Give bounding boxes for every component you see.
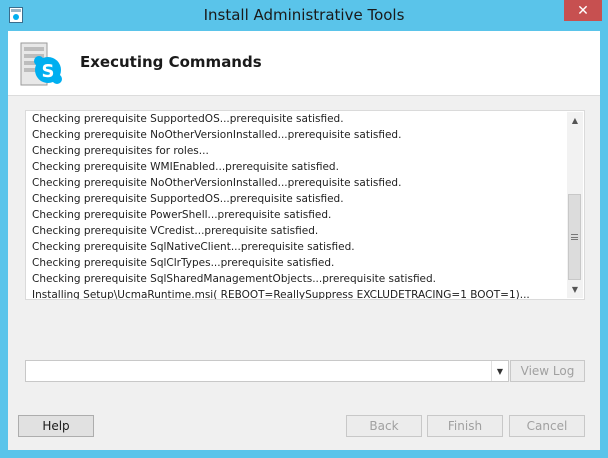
log-lines: Checking prerequisite SupportedOS...prer… <box>32 111 566 300</box>
scroll-down-arrow-icon[interactable]: ▼ <box>567 281 583 298</box>
log-line: Checking prerequisite NoOtherVersionInst… <box>32 177 402 189</box>
scroll-thumb[interactable] <box>568 194 581 280</box>
cancel-button[interactable]: Cancel <box>509 415 585 437</box>
log-line: Installing Setup\UcmaRuntime.msi( REBOOT… <box>32 289 530 300</box>
scroll-up-arrow-icon[interactable]: ▲ <box>567 112 583 129</box>
log-line: Checking prerequisite SqlSharedManagemen… <box>32 273 437 285</box>
grip-icon <box>571 234 578 240</box>
help-button[interactable]: Help <box>18 415 94 437</box>
log-line: Checking prerequisite NoOtherVersionInst… <box>32 129 402 141</box>
view-log-button[interactable]: View Log <box>510 360 585 382</box>
log-line: Checking prerequisites for roles... <box>32 145 209 157</box>
dialog-client-area: S Executing Commands Checking prerequisi… <box>8 31 600 450</box>
installer-window: Install Administrative Tools ✕ S Executi… <box>0 0 608 458</box>
log-line: Checking prerequisite VCredist...prerequ… <box>32 225 319 237</box>
wizard-header: S Executing Commands <box>8 31 600 96</box>
command-log[interactable]: Checking prerequisite SupportedOS...prer… <box>25 110 585 300</box>
window-title: Install Administrative Tools <box>203 6 405 24</box>
back-button[interactable]: Back <box>346 415 422 437</box>
close-icon: ✕ <box>577 2 589 19</box>
finish-button[interactable]: Finish <box>427 415 503 437</box>
close-button[interactable]: ✕ <box>564 0 602 21</box>
skype-server-icon: S <box>20 42 62 86</box>
log-line: Checking prerequisite SqlNativeClient...… <box>32 241 355 253</box>
title-bar[interactable]: Install Administrative Tools ✕ <box>0 0 608 31</box>
log-line: Checking prerequisite PowerShell...prere… <box>32 209 332 221</box>
chevron-down-icon[interactable]: ▼ <box>491 361 508 381</box>
page-title: Executing Commands <box>80 53 262 71</box>
log-scrollbar[interactable]: ▲ ▼ <box>567 112 583 298</box>
log-line: Checking prerequisite SupportedOS...prer… <box>32 113 344 125</box>
log-selector-combo[interactable]: ▼ <box>25 360 509 382</box>
log-line: Checking prerequisite WMIEnabled...prere… <box>32 161 339 173</box>
log-line: Checking prerequisite SqlClrTypes...prer… <box>32 257 335 269</box>
log-line: Checking prerequisite SupportedOS...prer… <box>32 193 344 205</box>
svg-text:S: S <box>42 61 55 82</box>
